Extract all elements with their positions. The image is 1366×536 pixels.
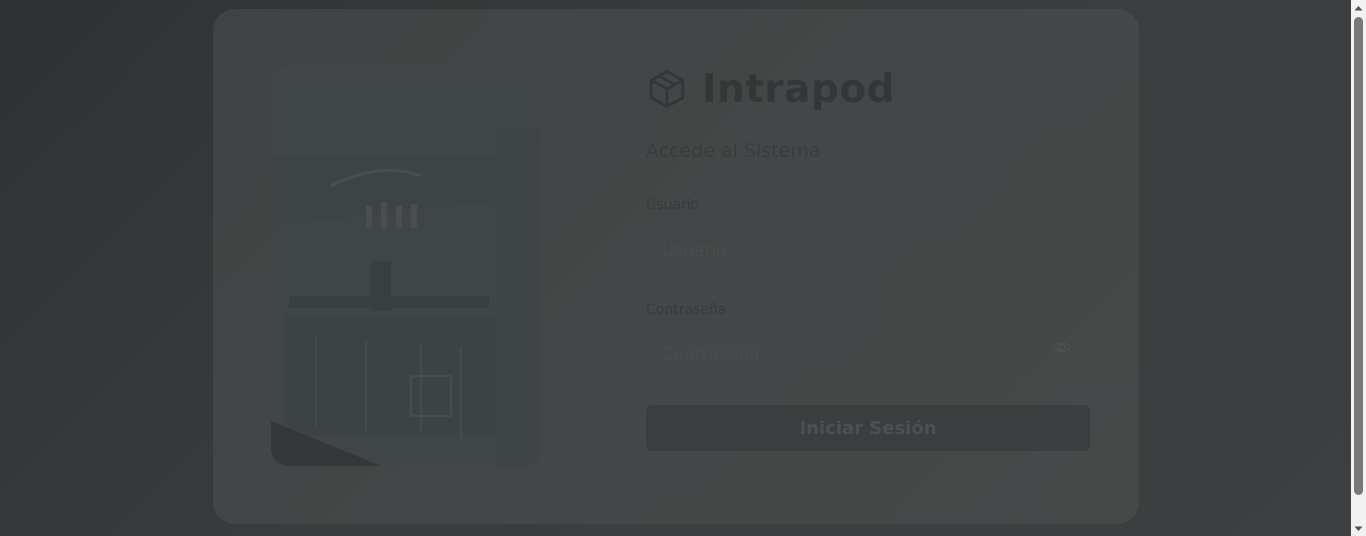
username-label: Usuario <box>646 197 700 213</box>
login-subtitle: Accede al Sistema <box>646 140 821 162</box>
login-card: Intrapod Accede al Sistema Usuario Contr… <box>213 9 1139 524</box>
scroll-down-arrow-icon[interactable] <box>1351 521 1366 536</box>
scrollbar-thumb[interactable] <box>1354 17 1363 495</box>
username-input[interactable] <box>646 231 1090 271</box>
password-input[interactable] <box>646 335 1090 375</box>
password-label: Contraseña <box>646 302 727 318</box>
brand-header: Intrapod <box>646 66 895 112</box>
eye-icon[interactable] <box>1052 339 1072 355</box>
scroll-up-arrow-icon[interactable] <box>1351 0 1366 15</box>
office-interior-illustration <box>271 66 541 466</box>
login-button[interactable]: Iniciar Sesión <box>646 405 1090 451</box>
brand-name: Intrapod <box>702 66 896 112</box>
package-box-icon <box>649 70 685 108</box>
office-photo <box>271 66 541 466</box>
vertical-scrollbar[interactable] <box>1351 0 1366 536</box>
page-viewport: Intrapod Accede al Sistema Usuario Contr… <box>0 0 1351 536</box>
